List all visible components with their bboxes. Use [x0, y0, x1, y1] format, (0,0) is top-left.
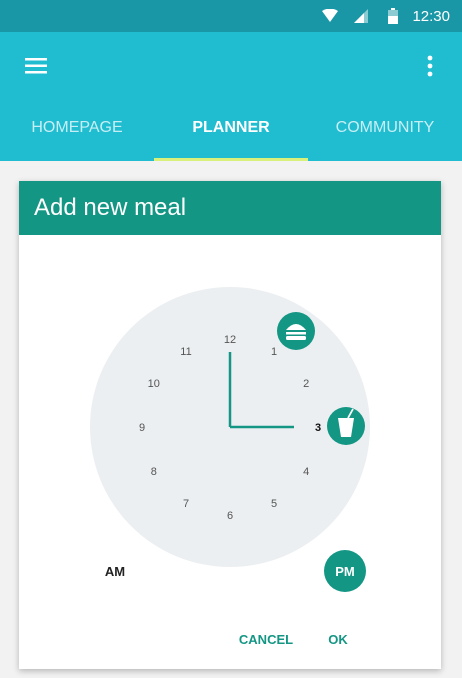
- pm-button[interactable]: PM: [324, 550, 366, 592]
- signal-icon: [354, 9, 368, 23]
- clock-hour-12[interactable]: 12: [224, 334, 236, 346]
- status-time: 12:30: [412, 8, 450, 25]
- menu-icon[interactable]: [24, 54, 48, 78]
- clock-hour-7[interactable]: 7: [183, 498, 189, 510]
- dialog-header: Add new meal: [19, 181, 441, 235]
- clock-hour-1[interactable]: 1: [271, 346, 277, 358]
- tab-bar: HOMEPAGE PLANNER COMMUNITY: [0, 94, 462, 161]
- clock-hour-8[interactable]: 8: [151, 466, 157, 478]
- ok-button[interactable]: OK: [322, 628, 354, 650]
- am-button[interactable]: AM: [95, 561, 135, 581]
- clock-hour-4[interactable]: 4: [303, 466, 309, 478]
- dialog-title: Add new meal: [34, 194, 187, 221]
- clock-hour-2[interactable]: 2: [303, 378, 309, 390]
- tab-homepage[interactable]: HOMEPAGE: [0, 94, 154, 161]
- clock-hour-6[interactable]: 6: [227, 510, 233, 522]
- app-bar: HOMEPAGE PLANNER COMMUNITY: [0, 32, 462, 161]
- clock-hour-10[interactable]: 10: [148, 378, 160, 390]
- clock-hour-3[interactable]: 3: [315, 422, 321, 434]
- wifi-icon: [322, 9, 338, 22]
- clock-hour-11[interactable]: 11: [180, 346, 191, 358]
- clock-hour-5[interactable]: 5: [271, 498, 277, 510]
- drink-icon[interactable]: [327, 407, 365, 445]
- clock-hour-9[interactable]: 9: [139, 422, 145, 434]
- tab-community[interactable]: COMMUNITY: [308, 94, 462, 161]
- tab-indicator: [154, 158, 308, 161]
- cancel-button[interactable]: CANCEL: [236, 628, 296, 650]
- burger-icon[interactable]: [277, 312, 315, 350]
- more-vert-icon[interactable]: [418, 54, 442, 78]
- tab-planner[interactable]: PLANNER: [154, 94, 308, 161]
- status-bar: 12:30: [0, 0, 462, 32]
- battery-icon: [388, 8, 398, 24]
